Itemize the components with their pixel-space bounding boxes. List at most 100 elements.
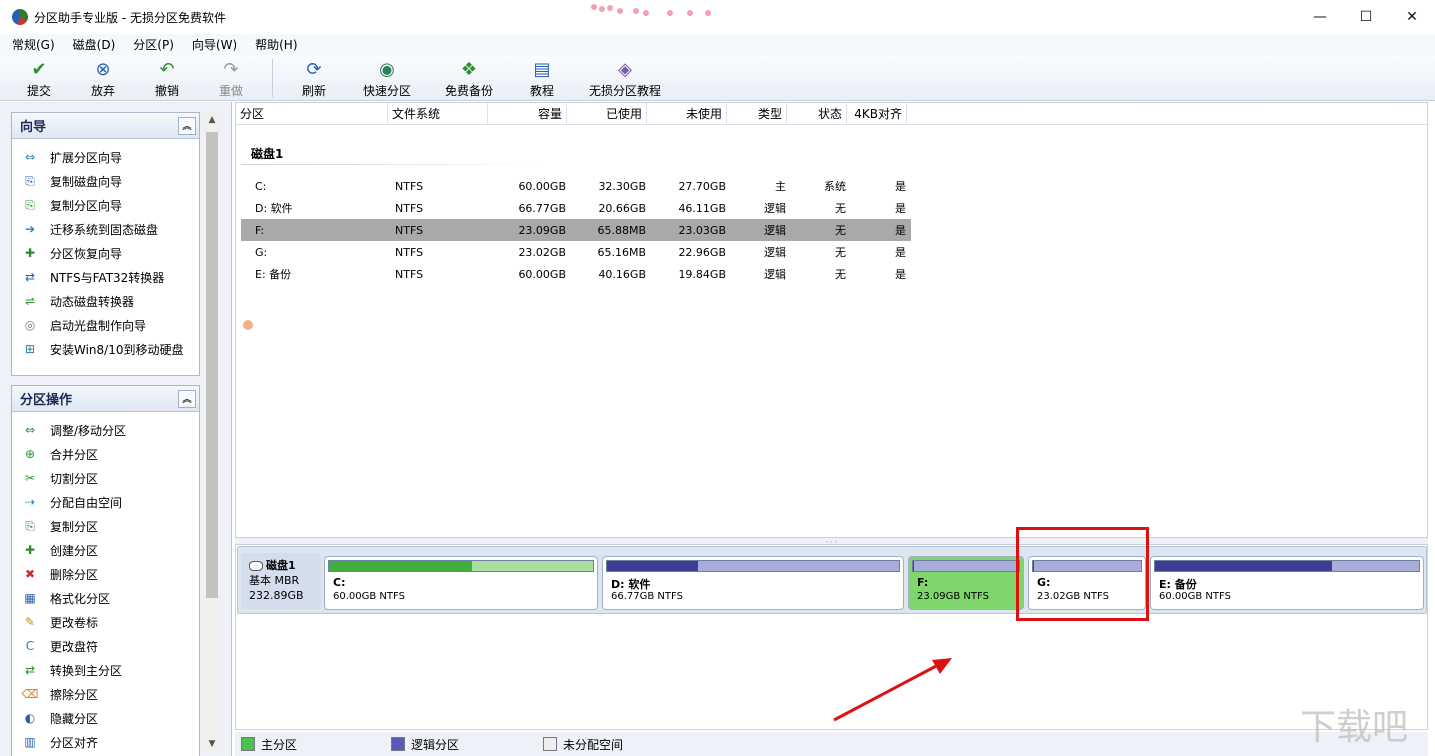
sidebar-item[interactable]: ▥ 分区对齐 [12,730,199,754]
partition-info: 60.00GB NTFS [1159,591,1231,602]
col-4k-align[interactable]: 4KB对齐 [847,103,907,124]
sidebar-item[interactable]: ✎ 更改卷标 [12,610,199,634]
table-cell: 19.84GB [678,267,726,281]
disk-info[interactable]: 磁盘1 基本 MBR 232.89GB [241,553,321,609]
sidebar-item[interactable]: ⎘ 复制分区 [12,514,199,538]
scroll-down-icon[interactable]: ▼ [204,736,220,752]
toolbar-label: 提交 [26,84,51,98]
table-row[interactable]: F: NTFS 23.09GB 65.88MB 23.03GB 逻辑 无 是 [241,219,911,241]
menu-partition[interactable]: 分区(P) [121,36,180,53]
wipe-partition-icon: ⌫ [21,687,39,701]
partition-block[interactable]: D: 软件 66.77GB NTFS [602,556,904,610]
sidebar-item-label: 安装Win8/10到移动硬盘 [50,342,184,357]
toolbar-label: 刷新 [301,84,326,98]
sidebar-item[interactable]: ⇔ 调整/移动分区 [12,418,199,442]
sidebar-item[interactable]: ➔ 迁移系统到固态磁盘 [12,217,199,241]
disk-size: 232.89GB [249,589,304,602]
sidebar-item[interactable]: ✚ 创建分区 [12,538,199,562]
sidebar-item[interactable]: ⇌ 动态磁盘转换器 [12,289,199,313]
wizard-group-header[interactable]: 向导 ︽ [12,113,199,139]
legend-swatch [391,737,405,751]
sidebar-item[interactable]: ✂ 切割分区 [12,466,199,490]
operations-group-header[interactable]: 分区操作 ︽ [12,386,199,412]
col-filesystem[interactable]: 文件系统 [388,103,488,124]
table-row[interactable]: G: NTFS 23.02GB 65.16MB 22.96GB 逻辑 无 是 [241,241,911,263]
sidebar-item-label: 复制分区 [50,519,99,534]
toolbar-button-refresh[interactable]: ⟳ 刷新 [283,55,345,101]
sidebar-item-label: 复制分区向导 [50,198,123,213]
collapse-icon[interactable]: ︽ [178,116,196,135]
usage-bar-fill [1155,561,1332,571]
menu-disk[interactable]: 磁盘(D) [61,36,122,53]
col-used[interactable]: 已使用 [567,103,647,124]
toolbar-button-lossless-tutorial[interactable]: ◈ 无损分区教程 [575,55,675,101]
table-cell: NTFS [395,201,424,215]
maximize-button[interactable]: ☐ [1343,0,1389,34]
sidebar-item[interactable]: ⊕ 合并分区 [12,442,199,466]
toolbar-button-backup[interactable]: ❖ 免费备份 [429,55,509,101]
sidebar-item[interactable]: ✖ 删除分区 [12,562,199,586]
toolbar-button-discard[interactable]: ⊗ 放弃 [72,55,134,101]
toolbar-label: 快速分区 [362,84,411,98]
sidebar-item[interactable]: ⇄ 转换到主分区 [12,658,199,682]
toolbar-label: 教程 [529,84,554,98]
menu-help[interactable]: 帮助(H) [243,36,303,53]
table-row[interactable]: D: 软件 NTFS 66.77GB 20.66GB 46.11GB 逻辑 无 是 [241,197,911,219]
toolbar-button-undo[interactable]: ↶ 撤销 [136,55,198,101]
menu-general[interactable]: 常规(G) [0,36,61,53]
usage-bar [1154,560,1420,572]
scrollbar-thumb[interactable] [206,132,218,598]
sidebar-item[interactable]: ◐ 隐藏分区 [12,706,199,730]
sidebar-item-label: 切割分区 [50,471,99,486]
table-row[interactable]: C: NTFS 60.00GB 32.30GB 27.70GB 主 系统 是 [241,175,911,197]
col-capacity[interactable]: 容量 [488,103,567,124]
toolbar-button-redo[interactable]: ↷ 重做 [200,55,262,101]
annotation-highlight-box [1016,527,1149,621]
sidebar-item-label: 调整/移动分区 [50,423,127,438]
toolbar-button-check[interactable]: ✔ 提交 [8,55,70,101]
legend: 主分区 逻辑分区 未分配空间 [235,732,1428,756]
sidebar-item[interactable]: ▦ 格式化分区 [12,586,199,610]
toolbar-button-tutorial[interactable]: ▤ 教程 [511,55,573,101]
sidebar-item[interactable]: ⎘ 复制磁盘向导 [12,169,199,193]
sidebar-item[interactable]: C 更改盘符 [12,634,199,658]
usage-bar-fill [913,561,915,571]
left-panel-scrollbar[interactable]: ▲ ▼ [204,112,220,752]
table-row[interactable]: E: 备份 NTFS 60.00GB 40.16GB 19.84GB 逻辑 无 是 [241,263,911,285]
sidebar-item[interactable]: ✚ 分区恢复向导 [12,241,199,265]
table-cell: 66.77GB [518,201,566,215]
sidebar-item[interactable]: ⇢ 分配自由空间 [12,490,199,514]
legend-swatch [241,737,255,751]
sidebar-item[interactable]: ⎘ 复制分区向导 [12,193,199,217]
sidebar-item[interactable]: ⌫ 擦除分区 [12,682,199,706]
table-cell: 是 [895,246,906,259]
partition-recovery-icon: ✚ [24,246,36,260]
toolbar-label: 无损分区教程 [588,84,661,98]
change-letter-icon: C [25,639,35,653]
col-type[interactable]: 类型 [727,103,787,124]
col-partition[interactable]: 分区 [236,103,388,124]
convert-primary-icon: ⇄ [24,663,36,677]
sidebar-item[interactable]: ⊞ 安装Win8/10到移动硬盘 [12,337,199,361]
table-cell: 23.09GB [518,223,566,237]
partition-block[interactable]: C: 60.00GB NTFS [324,556,598,610]
delete-partition-icon: ✖ [24,567,36,581]
table-cell: 无 [835,246,846,259]
toolbar-button-quick-partition[interactable]: ◉ 快速分区 [347,55,427,101]
scroll-up-icon[interactable]: ▲ [204,112,220,128]
sidebar-item[interactable]: ⇄ NTFS与FAT32转换器 [12,265,199,289]
partition-block[interactable]: E: 备份 60.00GB NTFS [1150,556,1424,610]
minimize-button[interactable]: — [1297,0,1343,34]
sidebar-item[interactable]: ◎ 启动光盘制作向导 [12,313,199,337]
menu-wizard[interactable]: 向导(W) [180,36,243,53]
sidebar-item[interactable]: ⇔ 扩展分区向导 [12,145,199,169]
close-button[interactable]: ✕ [1389,0,1435,34]
table-cell: 46.11GB [678,201,726,215]
table-cell: 逻辑 [764,246,786,259]
partition-block[interactable]: F: 23.09GB NTFS [908,556,1024,610]
divider [241,164,546,165]
col-unused[interactable]: 未使用 [647,103,727,124]
col-status[interactable]: 状态 [787,103,847,124]
sidebar-item-label: 扩展分区向导 [50,150,123,165]
collapse-icon[interactable]: ︽ [178,389,196,408]
